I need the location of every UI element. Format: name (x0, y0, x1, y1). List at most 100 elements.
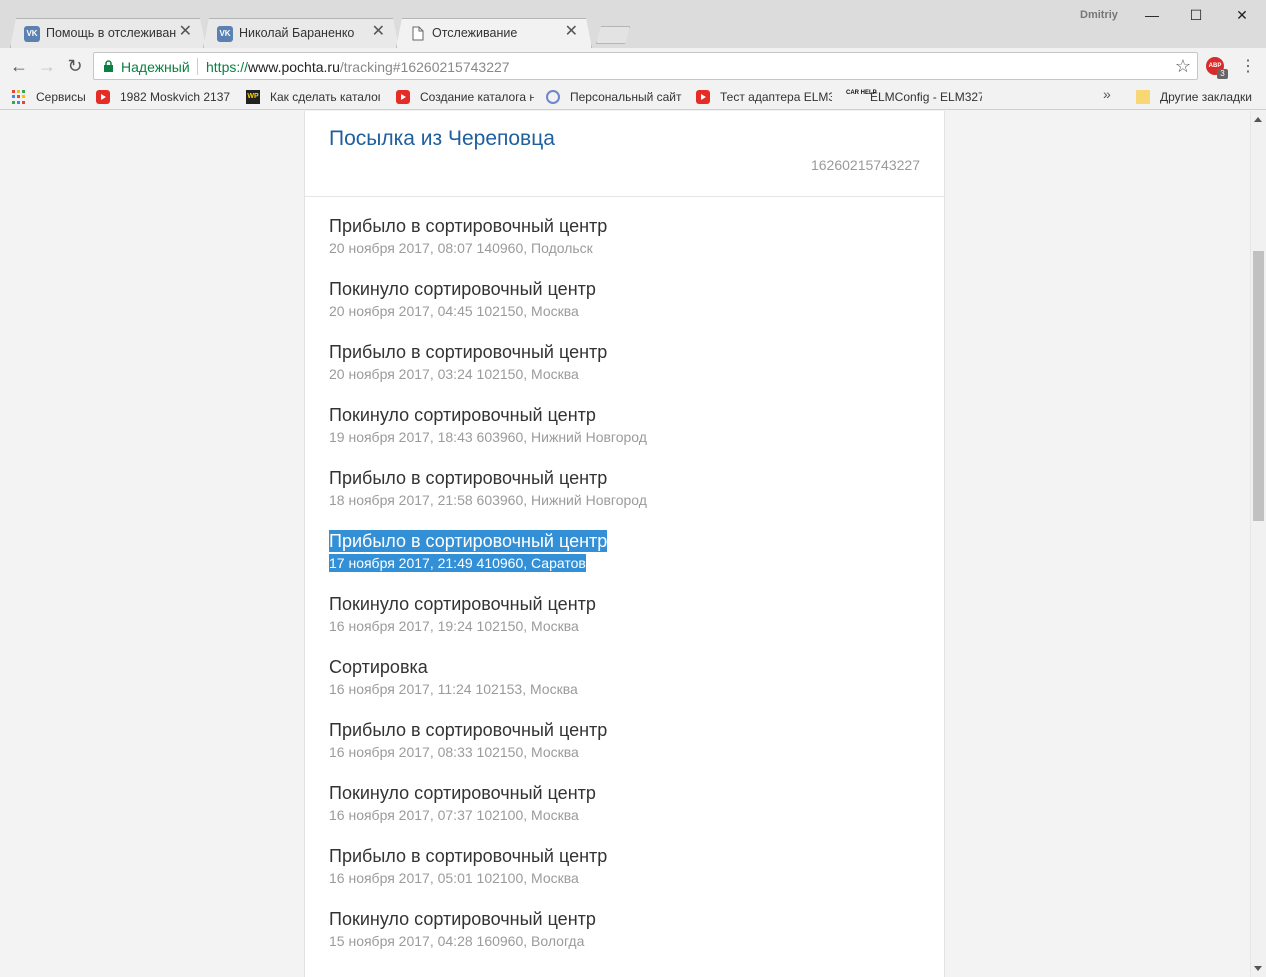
minimize-button[interactable]: — (1132, 2, 1172, 30)
bookmarks-bar: Сервисы 1982 Moskvich 2137 WP Как сделат… (0, 84, 1266, 110)
event-title: Покинуло сортировочный центр (329, 909, 596, 929)
event-details: 16 ноября 2017, 07:37 102100, Москва (329, 807, 579, 823)
bookmark-label: ELMConfig - ELM327 (870, 90, 982, 104)
scroll-down-arrow-icon[interactable] (1254, 966, 1262, 971)
title-bar: VK Помощь в отслеживании ✕ VK Николай Ба… (0, 0, 1266, 48)
history-item: Прибыло в сортировочный центр 16 ноября … (329, 719, 929, 782)
bookmark-label: Создание каталога н (420, 90, 534, 104)
lock-icon (104, 60, 113, 72)
bookmark-moskvich[interactable]: 1982 Moskvich 2137 (96, 88, 230, 106)
address-divider (197, 58, 198, 75)
history-item: Сортировка 16 ноября 2017, 11:24 102153,… (329, 656, 929, 719)
event-title: Покинуло сортировочный центр (329, 279, 596, 299)
tracking-history: Прибыло в сортировочный центр 20 ноября … (329, 215, 929, 971)
close-icon[interactable]: ✕ (179, 23, 192, 41)
event-details: 20 ноября 2017, 08:07 140960, Подольск (329, 240, 593, 256)
forward-button[interactable]: → (36, 55, 58, 77)
card-divider (305, 196, 944, 197)
history-item: Прибыло в сортировочный центр 20 ноября … (329, 341, 929, 404)
event-details: 16 ноября 2017, 05:01 102100, Москва (329, 870, 579, 886)
tab-title: Помощь в отслеживании (46, 26, 176, 40)
page-viewport: Посылка из Череповца 16260215743227 Приб… (0, 111, 1250, 977)
event-details: 20 ноября 2017, 03:24 102150, Москва (329, 366, 579, 382)
tab-title: Николай Бараненко (239, 26, 355, 40)
gear-icon (546, 90, 560, 104)
event-details: 15 ноября 2017, 04:28 160960, Вологда (329, 933, 585, 949)
event-details: 20 ноября 2017, 04:45 102150, Москва (329, 303, 579, 319)
car-help-icon: CAR HELP (846, 90, 877, 96)
bookmark-label: Персональный сайт (570, 90, 682, 104)
history-item: Покинуло сортировочный центр 15 ноября 2… (329, 908, 929, 971)
folder-icon (1136, 90, 1150, 104)
history-item: Прибыло в сортировочный центр 20 ноября … (329, 215, 929, 278)
maximize-button[interactable]: ☐ (1176, 2, 1216, 30)
bookmark-other-folder[interactable]: Другие закладки (1136, 88, 1258, 106)
tab-tracking[interactable]: Отслеживание ✕ (396, 18, 592, 48)
event-details: 16 ноября 2017, 11:24 102153, Москва (329, 681, 578, 697)
event-title: Прибыло в сортировочный центр (329, 530, 608, 552)
event-title: Прибыло в сортировочный центр (329, 216, 608, 236)
close-icon[interactable]: ✕ (565, 23, 578, 41)
wp-icon: WP (246, 90, 260, 104)
vk-icon: VK (217, 26, 233, 42)
event-details: 19 ноября 2017, 18:43 603960, Нижний Нов… (329, 429, 647, 445)
url-host: www.pochta.ru (248, 59, 340, 75)
youtube-icon (96, 90, 110, 104)
secure-label[interactable]: Надежный (121, 59, 190, 75)
reload-button[interactable]: ↻ (64, 55, 86, 77)
event-details: 16 ноября 2017, 08:33 102150, Москва (329, 744, 579, 760)
event-title: Покинуло сортировочный центр (329, 405, 596, 425)
tab-baranenko[interactable]: VK Николай Бараненко ✕ (203, 18, 399, 48)
close-window-button[interactable]: ✕ (1222, 2, 1262, 30)
history-item-selected: Прибыло в сортировочный центр 17 ноября … (329, 530, 929, 593)
bookmark-sozdanie[interactable]: Создание каталога н (396, 88, 534, 106)
history-item: Покинуло сортировочный центр 19 ноября 2… (329, 404, 929, 467)
event-title: Прибыло в сортировочный центр (329, 468, 608, 488)
bookmarks-more-icon[interactable]: » (1103, 86, 1111, 102)
bookmark-label: Тест адаптера ELM32 (720, 90, 832, 104)
close-icon[interactable]: ✕ (372, 23, 385, 41)
new-tab-button[interactable] (596, 26, 630, 44)
bookmark-star-icon[interactable]: ☆ (1175, 56, 1191, 77)
page-scrollbar[interactable] (1250, 111, 1266, 977)
event-title: Прибыло в сортировочный центр (329, 846, 608, 866)
scroll-up-arrow-icon[interactable] (1254, 117, 1262, 122)
event-title: Покинуло сортировочный центр (329, 594, 596, 614)
url-text[interactable]: https://www.pochta.ru/tracking#162602157… (206, 59, 510, 75)
bookmark-label: 1982 Moskvich 2137 (120, 90, 230, 104)
history-item: Прибыло в сортировочный центр 18 ноября … (329, 467, 929, 530)
history-item: Покинуло сортировочный центр 16 ноября 2… (329, 782, 929, 845)
bookmark-elmconfig[interactable]: CAR HELP ELMConfig - ELM327 (846, 88, 982, 106)
tracking-number: 16260215743227 (810, 157, 920, 173)
bookmark-personal[interactable]: Персональный сайт (546, 88, 682, 106)
event-details: 17 ноября 2017, 21:49 410960, Саратов (329, 554, 586, 572)
event-title: Покинуло сортировочный центр (329, 783, 596, 803)
address-bar[interactable]: Надежный https://www.pochta.ru/tracking#… (93, 52, 1198, 80)
tracking-card: Посылка из Череповца 16260215743227 Приб… (304, 111, 945, 977)
bookmark-label: Как сделать каталог (270, 90, 380, 104)
history-item: Покинуло сортировочный центр 20 ноября 2… (329, 278, 929, 341)
bookmark-label: Сервисы (36, 90, 86, 104)
tab-pomosh[interactable]: VK Помощь в отслеживании ✕ (10, 18, 206, 48)
youtube-icon (396, 90, 410, 104)
bookmark-label: Другие закладки (1160, 90, 1252, 104)
history-item: Покинуло сортировочный центр 16 ноября 2… (329, 593, 929, 656)
back-button[interactable]: ← (8, 55, 30, 77)
menu-icon[interactable]: ⋮ (1240, 56, 1256, 76)
bookmark-servisy[interactable]: Сервисы (12, 88, 92, 106)
profile-name[interactable]: Dmitriy (1080, 9, 1118, 21)
document-icon (410, 26, 426, 42)
event-details: 18 ноября 2017, 21:58 603960, Нижний Нов… (329, 492, 647, 508)
event-details: 16 ноября 2017, 19:24 102150, Москва (329, 618, 579, 634)
tab-title: Отслеживание (432, 26, 518, 40)
bookmark-test-elm[interactable]: Тест адаптера ELM32 (696, 88, 832, 106)
apps-icon (12, 90, 26, 104)
url-scheme: https:// (206, 59, 249, 75)
scrollbar-thumb[interactable] (1253, 251, 1264, 521)
vk-icon: VK (24, 26, 40, 42)
bookmark-katalog[interactable]: WP Как сделать каталог (246, 88, 380, 106)
adblock-count-badge: 3 (1217, 69, 1228, 79)
parcel-title: Посылка из Череповца (329, 127, 555, 150)
browser-toolbar: ← → ↻ Надежный https://www.pochta.ru/tra… (0, 48, 1266, 84)
event-title: Сортировка (329, 657, 428, 677)
